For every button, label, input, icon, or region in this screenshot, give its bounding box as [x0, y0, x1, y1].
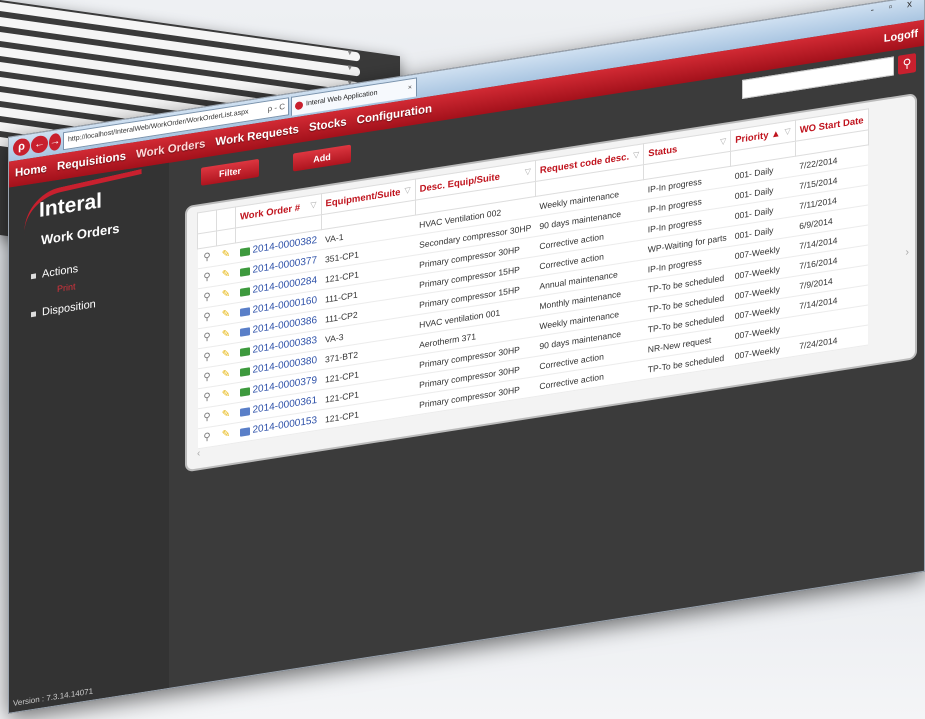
sidebar: Interal Work Orders Actions Print Dispos… — [9, 162, 169, 713]
work-order-type-icon — [239, 427, 250, 437]
filter-icon: ▽ — [310, 199, 317, 210]
sidebar-subitem-print[interactable]: Print — [57, 281, 76, 294]
menu-item-configuration[interactable]: Configuration — [357, 103, 432, 127]
tab-favicon-icon — [295, 101, 303, 111]
work-order-type-icon — [239, 267, 250, 277]
sidebar-item-actions[interactable]: Actions — [31, 263, 78, 282]
filter-icon: ▽ — [784, 125, 791, 136]
work-order-type-icon — [239, 247, 250, 257]
work-order-type-icon — [239, 287, 250, 297]
scroll-right-icon[interactable]: › — [905, 246, 909, 259]
filter-icon: ▽ — [720, 135, 727, 146]
app-window-perspective: ρ ← → http://localhost/InteralWeb/WorkOr… — [0, 0, 925, 719]
tab-title: Interal Web Application — [306, 89, 378, 108]
filter-icon: ▽ — [524, 166, 531, 177]
menu-item-requisitions[interactable]: Requisitions — [57, 150, 126, 173]
search-icon[interactable]: ⚲ — [898, 53, 916, 75]
sidebar-item-disposition[interactable]: Disposition — [31, 298, 96, 320]
forward-arrow-icon[interactable]: → — [49, 132, 61, 152]
menu-item-stocks[interactable]: Stocks — [309, 116, 347, 134]
add-button[interactable]: Add — [293, 144, 351, 172]
version-label: Version : 7.3.14.14071 — [13, 686, 94, 708]
filter-icon: ▽ — [404, 184, 411, 195]
work-order-type-icon — [239, 387, 250, 397]
bullet-icon — [31, 273, 36, 279]
menu-item-work-orders[interactable]: Work Orders — [136, 138, 205, 161]
work-order-type-icon — [239, 367, 250, 377]
back-arrow-icon[interactable]: ← — [31, 134, 48, 155]
work-order-type-icon — [239, 327, 250, 337]
filter-icon: ▽ — [633, 149, 640, 160]
app-window: ρ ← → http://localhost/InteralWeb/WorkOr… — [8, 0, 925, 714]
address-controls[interactable]: ρ - C — [268, 99, 285, 118]
bullet-icon — [31, 311, 36, 317]
filter-button[interactable]: Filter — [201, 158, 259, 186]
menu-item-home[interactable]: Home — [15, 163, 47, 180]
scroll-left-icon[interactable]: ‹ — [197, 448, 200, 460]
browser-logo-icon: ρ — [13, 137, 30, 157]
view-icon[interactable]: ⚲ — [197, 425, 217, 449]
menu-item-work-requests[interactable]: Work Requests — [215, 124, 299, 149]
logoff-link[interactable]: Logoff — [884, 28, 918, 45]
sidebar-item-label: Disposition — [42, 298, 96, 319]
edit-icon[interactable]: ✎ — [216, 422, 236, 446]
work-order-type-icon — [239, 407, 250, 417]
tab-close-icon[interactable]: × — [408, 79, 412, 98]
work-orders-panel: Work Order # ▽ Equipment/Suite ▽ Desc. Equ… — [185, 92, 917, 473]
window-controls[interactable]: - ▫ x — [871, 0, 918, 16]
work-order-type-icon — [239, 307, 250, 317]
sidebar-item-label: Actions — [42, 262, 79, 281]
work-order-type-icon — [239, 347, 250, 357]
